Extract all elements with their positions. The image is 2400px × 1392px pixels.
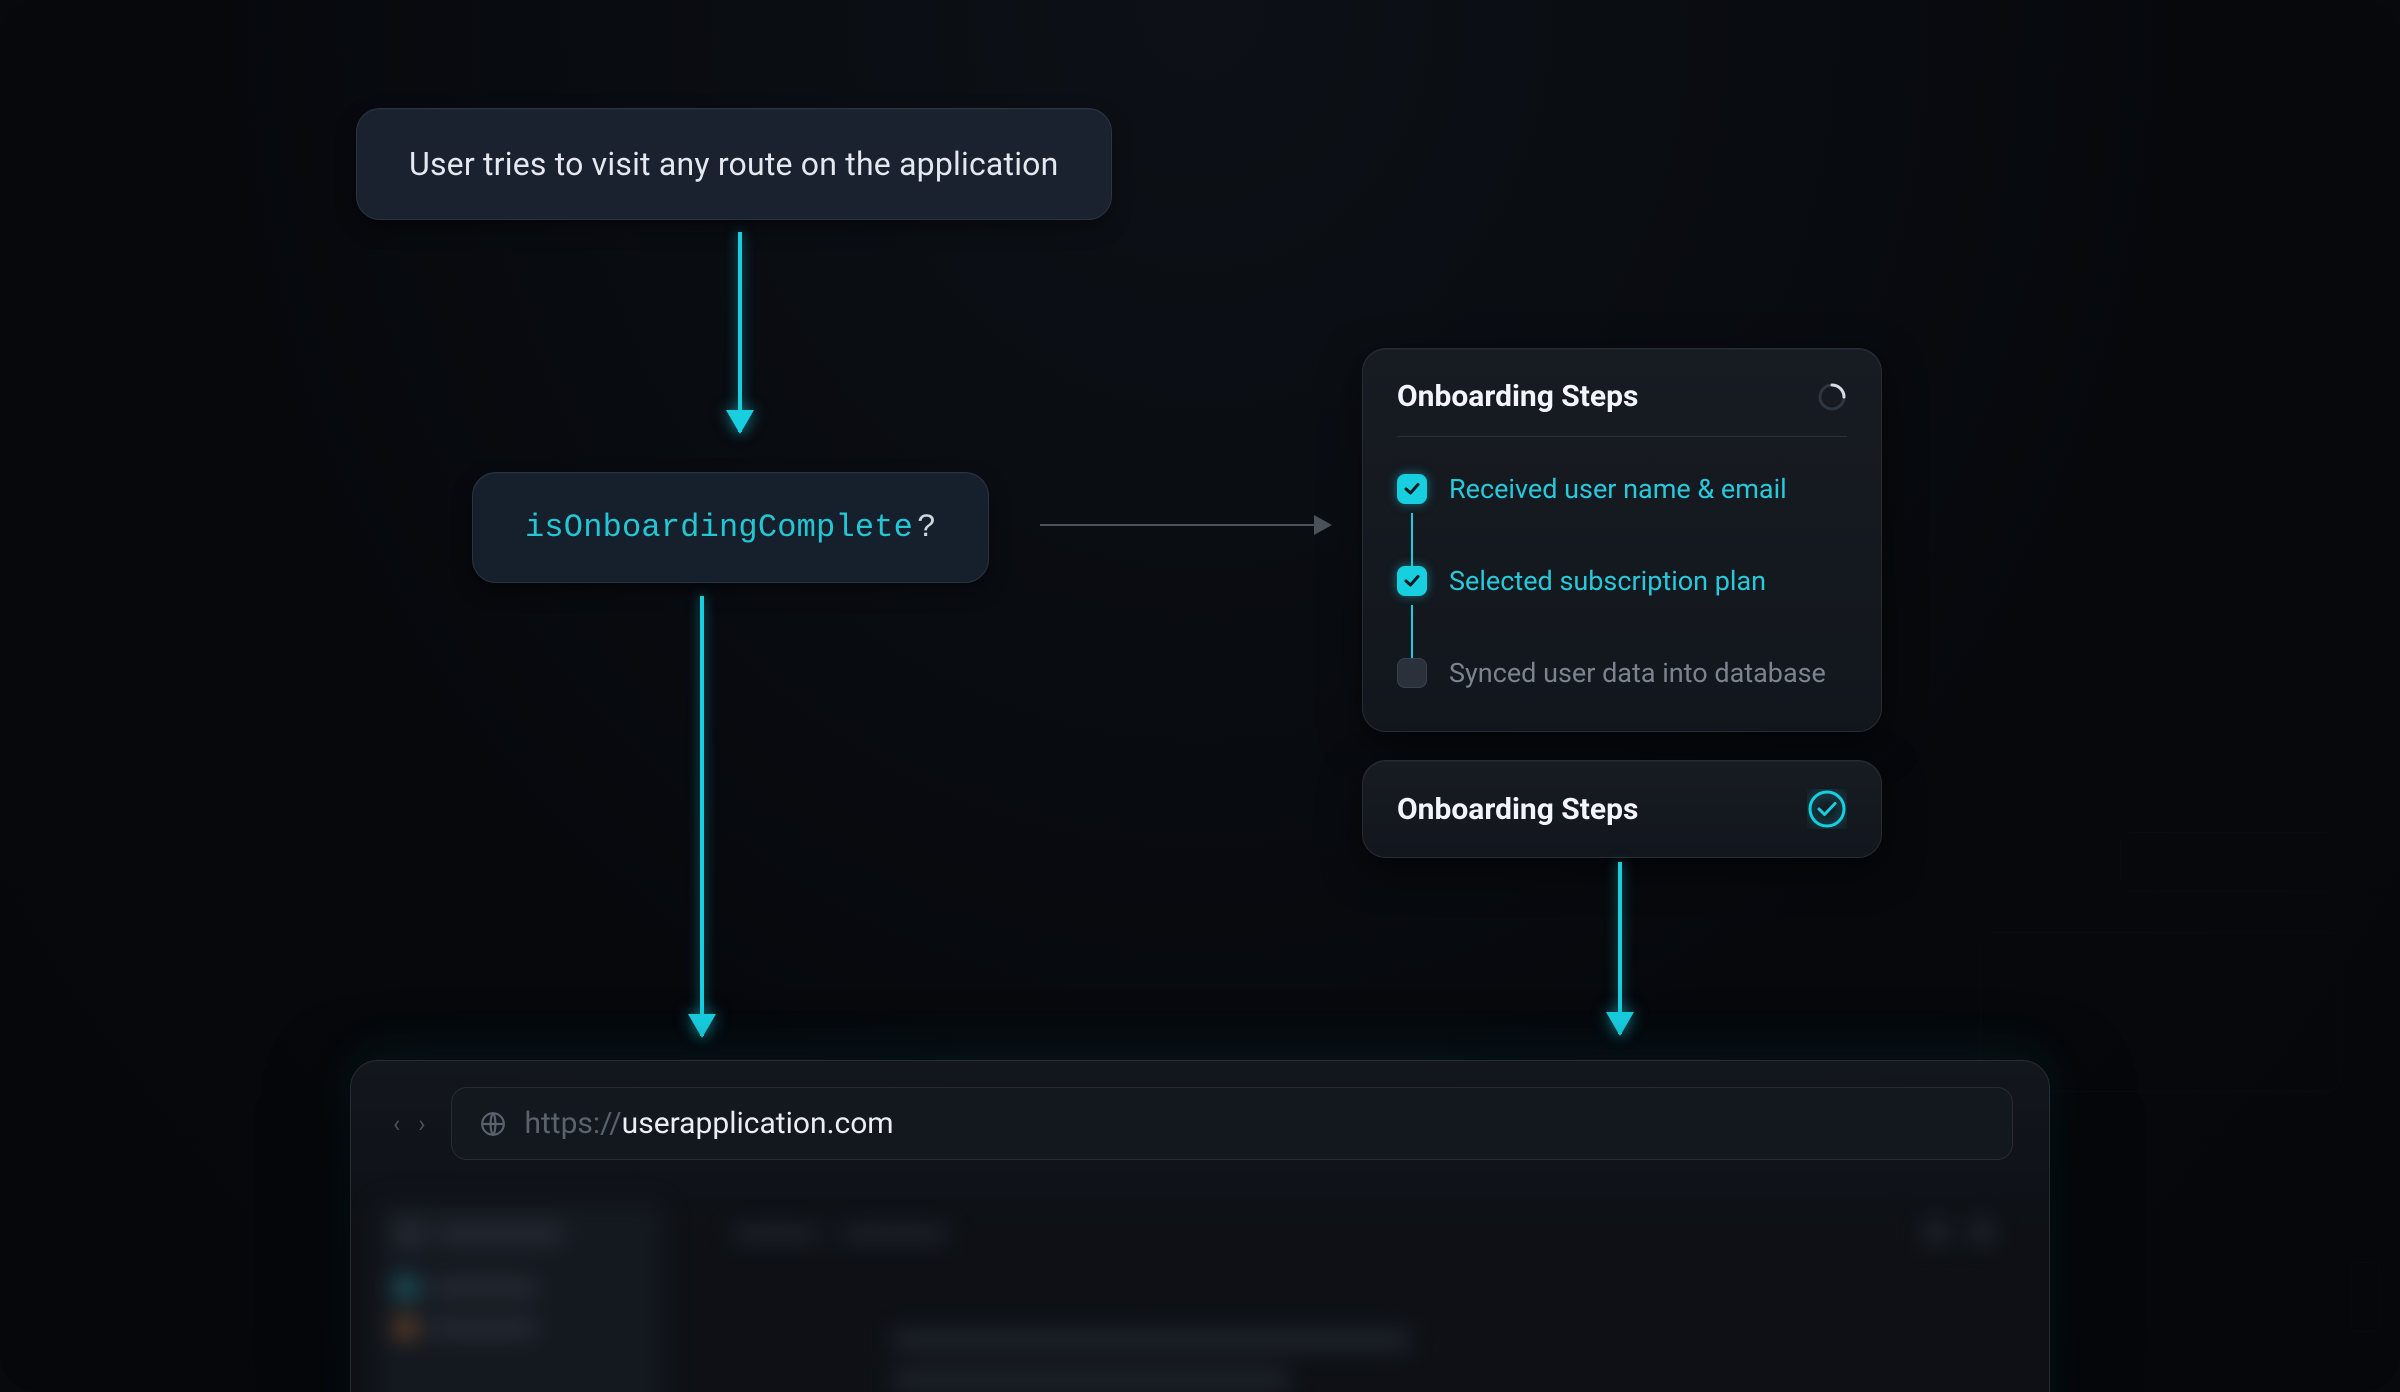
step-item: Synced user data into database — [1397, 649, 1847, 697]
arrow-start-to-check — [738, 232, 742, 432]
onboarding-panel: Onboarding Steps Received user name & em… — [1362, 348, 1882, 732]
onboarding-complete-pill: Onboarding Steps — [1362, 760, 1882, 858]
step-wrap-0: Received user name & email — [1397, 465, 1847, 513]
check-node-suffix: ? — [917, 509, 936, 546]
arrow-complete-to-browser — [1618, 862, 1622, 1034]
diagram-canvas: User tries to visit any route on the app… — [0, 0, 2400, 1392]
panel-header: Onboarding Steps — [1397, 379, 1847, 437]
nav-back-button[interactable]: ‹ — [387, 1106, 406, 1142]
start-node: User tries to visit any route on the app… — [356, 108, 1112, 220]
checkbox-done-icon — [1397, 474, 1427, 504]
arrow-check-to-browser — [700, 596, 704, 1036]
checkbox-pending-icon — [1397, 658, 1427, 688]
step-wrap-2: Synced user data into database — [1397, 649, 1847, 697]
start-node-label: User tries to visit any route on the app… — [409, 145, 1059, 183]
url-host: userapplication.com — [622, 1106, 894, 1141]
browser-window: ‹ › https://userapplication.com — [350, 1060, 2050, 1392]
browser-content-blurred — [351, 1181, 2049, 1392]
browser-nav: ‹ › — [387, 1106, 431, 1142]
check-node-code: isOnboardingComplete — [525, 509, 913, 546]
step-label: Synced user data into database — [1449, 657, 1826, 689]
step-wrap-1: Selected subscription plan — [1397, 557, 1847, 605]
step-label: Selected subscription plan — [1449, 565, 1766, 597]
url-scheme: https:// — [524, 1106, 621, 1141]
complete-title: Onboarding Steps — [1397, 792, 1638, 827]
globe-icon — [480, 1111, 506, 1137]
panel-title: Onboarding Steps — [1397, 379, 1638, 414]
check-node: isOnboardingComplete? — [472, 472, 989, 583]
nav-forward-button[interactable]: › — [412, 1106, 431, 1142]
check-circle-icon — [1807, 789, 1847, 829]
checkbox-done-icon — [1397, 566, 1427, 596]
arrow-check-to-panel — [1040, 524, 1330, 526]
url-field[interactable]: https://userapplication.com — [451, 1087, 2013, 1160]
steps-list: Received user name & email Selected subs… — [1397, 465, 1847, 697]
step-item: Selected subscription plan — [1397, 557, 1847, 605]
browser-bar: ‹ › https://userapplication.com — [351, 1061, 2049, 1186]
step-label: Received user name & email — [1449, 473, 1787, 505]
spinner-icon — [1817, 382, 1847, 412]
step-item: Received user name & email — [1397, 465, 1847, 513]
